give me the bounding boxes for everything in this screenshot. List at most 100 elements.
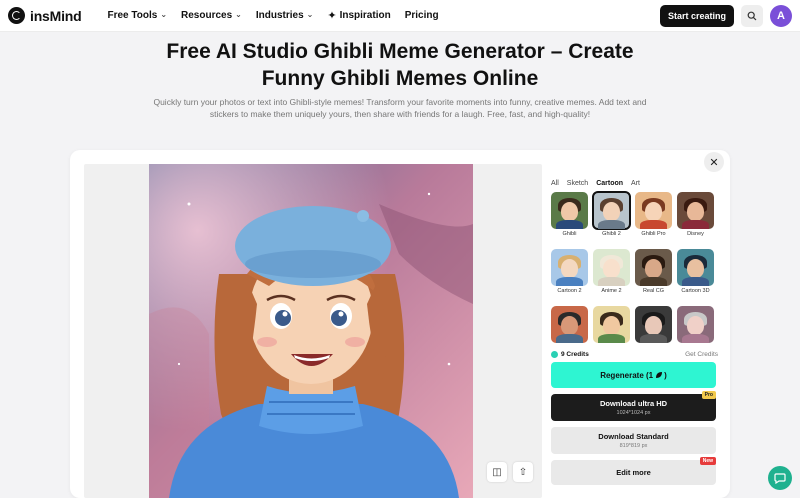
style-thumbnail — [592, 191, 631, 230]
edit-more-title: Edit more — [616, 468, 651, 477]
thumbnail-face — [687, 316, 704, 335]
thumbnail-body — [556, 220, 583, 229]
style-label: Cartoon 3D — [681, 288, 710, 294]
style-option[interactable] — [593, 306, 630, 343]
thumbnail-body — [598, 334, 625, 343]
chevron-down-icon: ⌄ — [306, 10, 314, 19]
style-option[interactable]: Real CG — [635, 249, 672, 294]
nav-pricing[interactable]: Pricing — [405, 10, 439, 21]
style-label: Ghibli Pro — [641, 231, 666, 237]
thumbnail-face — [561, 316, 578, 335]
logo[interactable]: insMind — [8, 7, 82, 24]
style-label: Ghibli — [562, 231, 577, 237]
logo-text: insMind — [30, 7, 82, 24]
credit-coin-icon — [551, 351, 558, 358]
thumbnail-body — [598, 277, 625, 286]
style-thumbnail — [677, 306, 714, 343]
style-option[interactable] — [635, 306, 672, 343]
nav-resources-label: Resources — [181, 10, 233, 21]
thumbnail-face — [645, 316, 662, 335]
nav-resources[interactable]: Resources ⌄ — [181, 10, 242, 21]
tab-all[interactable]: All — [551, 180, 559, 187]
download-standard-button[interactable]: Download Standard 819*819 px — [551, 427, 716, 454]
page-title-line-2: Funny Ghibli Memes Online — [261, 67, 539, 90]
download-std-size: 819*819 px — [619, 443, 648, 449]
thumbnail-body — [640, 334, 667, 343]
style-thumbnail — [677, 249, 714, 286]
nav-free-tools[interactable]: Free Tools ⌄ — [107, 10, 167, 21]
chat-support-button[interactable] — [768, 466, 792, 490]
style-thumbnail — [635, 249, 672, 286]
regenerate-label: Regenerate (1 — [600, 370, 654, 380]
chat-icon — [774, 473, 786, 484]
insmind-logo-icon — [8, 7, 25, 24]
thumbnail-face — [687, 259, 704, 278]
tab-sketch[interactable]: Sketch — [567, 180, 588, 187]
style-thumbnail — [635, 306, 672, 343]
page-title: Free AI Studio Ghibli Meme Generator – C… — [100, 38, 700, 92]
style-option[interactable]: Cartoon 3D — [677, 249, 714, 294]
thumbnail-face — [645, 259, 662, 278]
page-subtitle-line-1: Quickly turn your photos or text into Gh… — [153, 97, 647, 107]
compare-button[interactable]: ◫ — [487, 462, 507, 482]
avatar[interactable]: A — [770, 4, 792, 27]
page-subtitle-line-2: stickers to make them uniquely yours, th… — [209, 109, 591, 119]
regenerate-paren: ) — [664, 370, 667, 380]
style-thumbnail — [677, 192, 714, 229]
thumbnail-body — [682, 334, 709, 343]
close-icon: ✕ — [709, 156, 719, 169]
upload-icon: ⇧ — [518, 466, 528, 478]
style-thumbnail — [551, 249, 588, 286]
style-tabs: All Sketch Cartoon Art — [551, 180, 718, 187]
thumbnail-face — [687, 202, 704, 221]
style-option[interactable]: Ghibli Pro — [635, 192, 672, 237]
thumbnail-body — [556, 334, 583, 343]
edit-more-button[interactable]: Edit more New — [551, 457, 716, 485]
thumbnail-body — [682, 220, 709, 229]
nav-free-tools-label: Free Tools — [107, 10, 158, 21]
nav-industries-label: Industries — [255, 10, 304, 21]
nav-industries[interactable]: Industries ⌄ — [256, 10, 314, 21]
search-icon — [747, 11, 757, 20]
start-creating-button[interactable]: Start creating — [659, 4, 734, 27]
style-option[interactable]: Anime 2 — [593, 249, 630, 294]
credits-row: 9 Credits Get Credits — [551, 351, 718, 358]
credit-leaf-icon — [656, 372, 663, 378]
thumbnail-body — [640, 220, 667, 229]
search-button[interactable] — [741, 4, 763, 27]
thumbnail-body — [598, 220, 625, 229]
style-thumbnail — [551, 306, 588, 343]
thumbnail-face — [603, 202, 620, 221]
nav-inspiration[interactable]: ✦ Inspiration — [327, 9, 390, 22]
thumbnail-face — [603, 259, 620, 278]
style-option[interactable]: Disney — [677, 192, 714, 237]
style-option[interactable] — [551, 306, 588, 343]
style-grid: Ghibli Ghibli 2 Ghibli Pro Disney Cartoon 2 A… — [551, 191, 718, 343]
close-button[interactable]: ✕ — [704, 152, 724, 172]
top-nav: insMind Free Tools ⌄ Resources ⌄ Industr… — [0, 0, 800, 32]
page-subtitle: Quickly turn your photos or text into Gh… — [140, 96, 660, 120]
share-button[interactable]: ⇧ — [513, 462, 533, 482]
regenerate-button[interactable]: Regenerate (1 ) — [551, 362, 716, 388]
page-title-line-1: Free AI Studio Ghibli Meme Generator – C… — [166, 40, 634, 63]
result-preview: ◫ ⇧ — [84, 164, 542, 498]
download-ultra-hd-button[interactable]: Download ultra HD 1024*1024 px Pro — [551, 391, 716, 421]
style-option[interactable]: Ghibli — [551, 192, 588, 237]
style-label: Disney — [687, 231, 704, 237]
style-thumbnail — [593, 249, 630, 286]
download-hd-size: 1024*1024 px — [616, 410, 651, 416]
tab-cartoon[interactable]: Cartoon — [596, 180, 623, 187]
thumbnail-body — [640, 277, 667, 286]
split-view-icon: ◫ — [492, 466, 502, 478]
new-badge: New — [699, 457, 716, 465]
style-option[interactable]: Ghibli 2 — [592, 191, 631, 237]
style-option[interactable] — [677, 306, 714, 343]
generated-image — [149, 164, 473, 498]
get-credits-link[interactable]: Get Credits — [685, 351, 718, 358]
style-panel: All Sketch Cartoon Art Ghibli Ghibli 2 Ghi… — [551, 180, 718, 485]
chevron-down-icon: ⌄ — [235, 10, 242, 19]
tab-art[interactable]: Art — [631, 180, 640, 187]
style-option[interactable]: Cartoon 2 — [551, 249, 588, 294]
sparkle-icon: ✦ — [327, 10, 337, 22]
style-thumbnail — [593, 306, 630, 343]
